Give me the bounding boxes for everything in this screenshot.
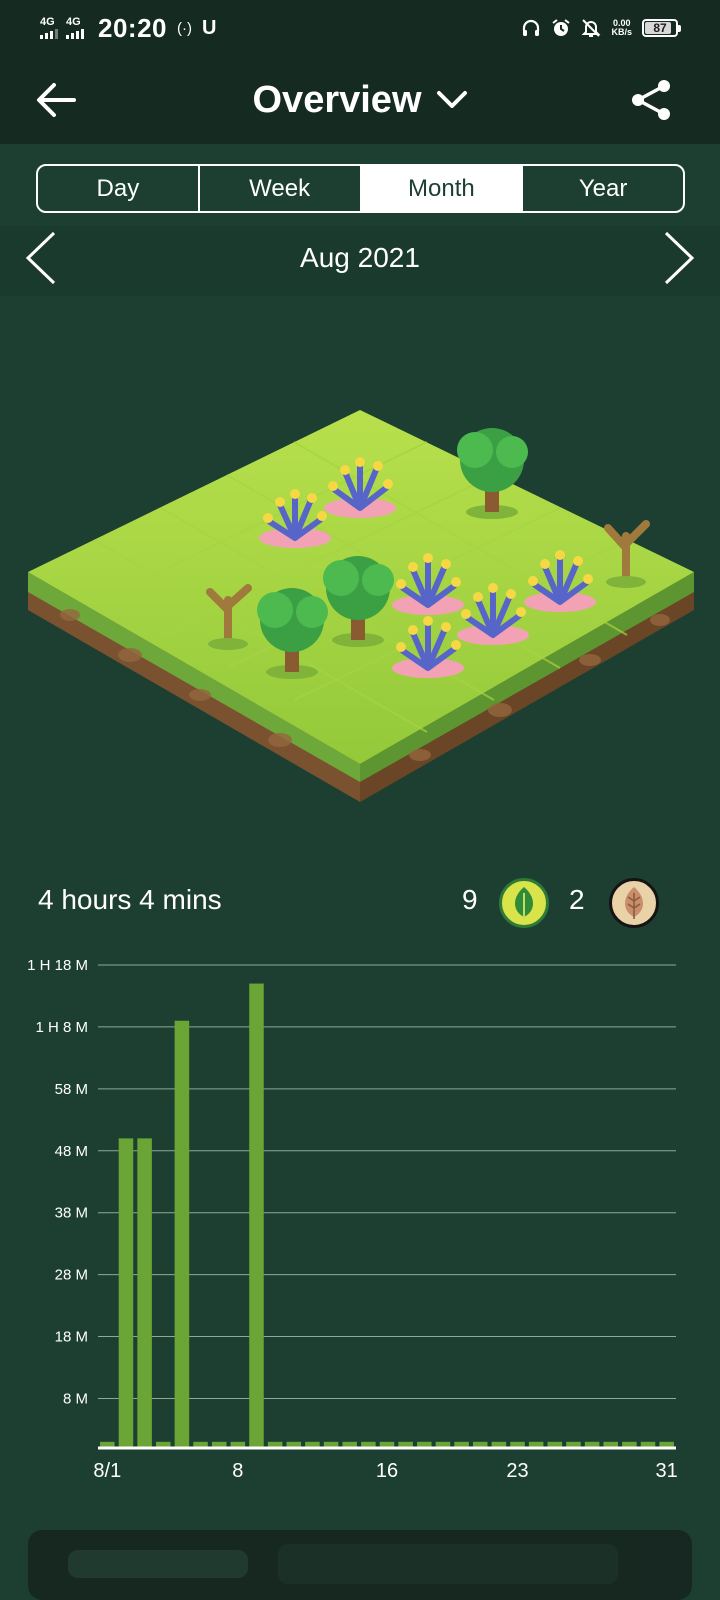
x-tick-label: 23: [506, 1460, 528, 1480]
chevron-down-icon: [436, 91, 467, 108]
signal-bars-1-icon: [40, 29, 58, 39]
app-bar: Overview: [0, 56, 720, 144]
focus-time-bar-chart: 8 M 18 M 28 M 38 M 48 M 58 M 1 H 8 M 1 H 18 M 8…: [27, 960, 678, 1480]
healthy-tree-badge: [499, 878, 549, 928]
tab-month[interactable]: Month: [361, 166, 524, 211]
x-tick-label: 16: [376, 1460, 398, 1480]
x-tick-label: 8: [232, 1460, 243, 1480]
y-tick-label: 48 M: [55, 1143, 88, 1160]
y-tick-label: 38 M: [55, 1205, 88, 1222]
clock: 20:20: [98, 12, 167, 43]
network-type-2: 4G: [66, 16, 81, 28]
page-title: Overview: [252, 78, 422, 121]
y-tick-label: 1 H 18 M: [27, 960, 88, 974]
tab-week[interactable]: Week: [200, 166, 362, 211]
period-navigator: Aug 2021: [0, 226, 720, 296]
signal-1: 4G: [40, 17, 58, 39]
y-tick-label: 1 H 8 M: [35, 1019, 88, 1036]
total-focus-time: 4 hours 4 mins: [38, 884, 222, 915]
y-tick-label: 8 M: [63, 1390, 88, 1407]
tab-year[interactable]: Year: [523, 166, 683, 211]
x-tick-label: 31: [656, 1460, 678, 1480]
headphones-icon: [523, 19, 540, 36]
period-tabs: Day Week Month Year: [36, 164, 685, 213]
network-type-1: 4G: [40, 16, 55, 28]
signal-2: 4G: [66, 17, 84, 39]
battery-level: 87: [653, 21, 667, 35]
status-bar: 4G 4G 20:20 (·) U 0.00 KB/s 87: [0, 0, 720, 56]
chevron-right-icon[interactable]: [658, 230, 698, 286]
hotspot-icon: (·): [177, 19, 192, 37]
forest-illustration: [28, 410, 694, 802]
bar-day-3: [137, 1138, 152, 1448]
leaf-icon: [515, 887, 533, 919]
period-type-dropdown[interactable]: Overview: [253, 79, 468, 122]
healthy-tree-count: 9: [462, 884, 478, 915]
bottom-banner: [28, 1530, 692, 1600]
bell-off-icon: [582, 19, 601, 37]
dead-tree-badge: [609, 878, 659, 928]
signal-bars-2-icon: [66, 29, 84, 39]
dead-tree-count: 2: [569, 884, 585, 915]
bar-day-5: [174, 1020, 190, 1448]
tab-day[interactable]: Day: [38, 166, 200, 211]
bar-day-9: [249, 983, 264, 1448]
share-icon[interactable]: [630, 78, 674, 122]
withered-leaf-icon: [625, 887, 643, 919]
x-tick-label: 8/1: [93, 1460, 121, 1480]
alarm-icon: [552, 19, 571, 36]
y-tick-label: 58 M: [55, 1081, 88, 1098]
back-arrow-icon[interactable]: [34, 78, 78, 122]
battery-icon: 87: [642, 19, 681, 37]
y-tick-label: 28 M: [55, 1267, 88, 1284]
speed-unit: KB/s: [611, 27, 632, 37]
network-speed: 0.00 KB/s: [611, 19, 632, 37]
u-icon: U: [202, 16, 217, 39]
y-tick-label: 18 M: [55, 1329, 88, 1346]
period-label: Aug 2021: [300, 242, 420, 273]
bar-day-2: [118, 1138, 134, 1448]
